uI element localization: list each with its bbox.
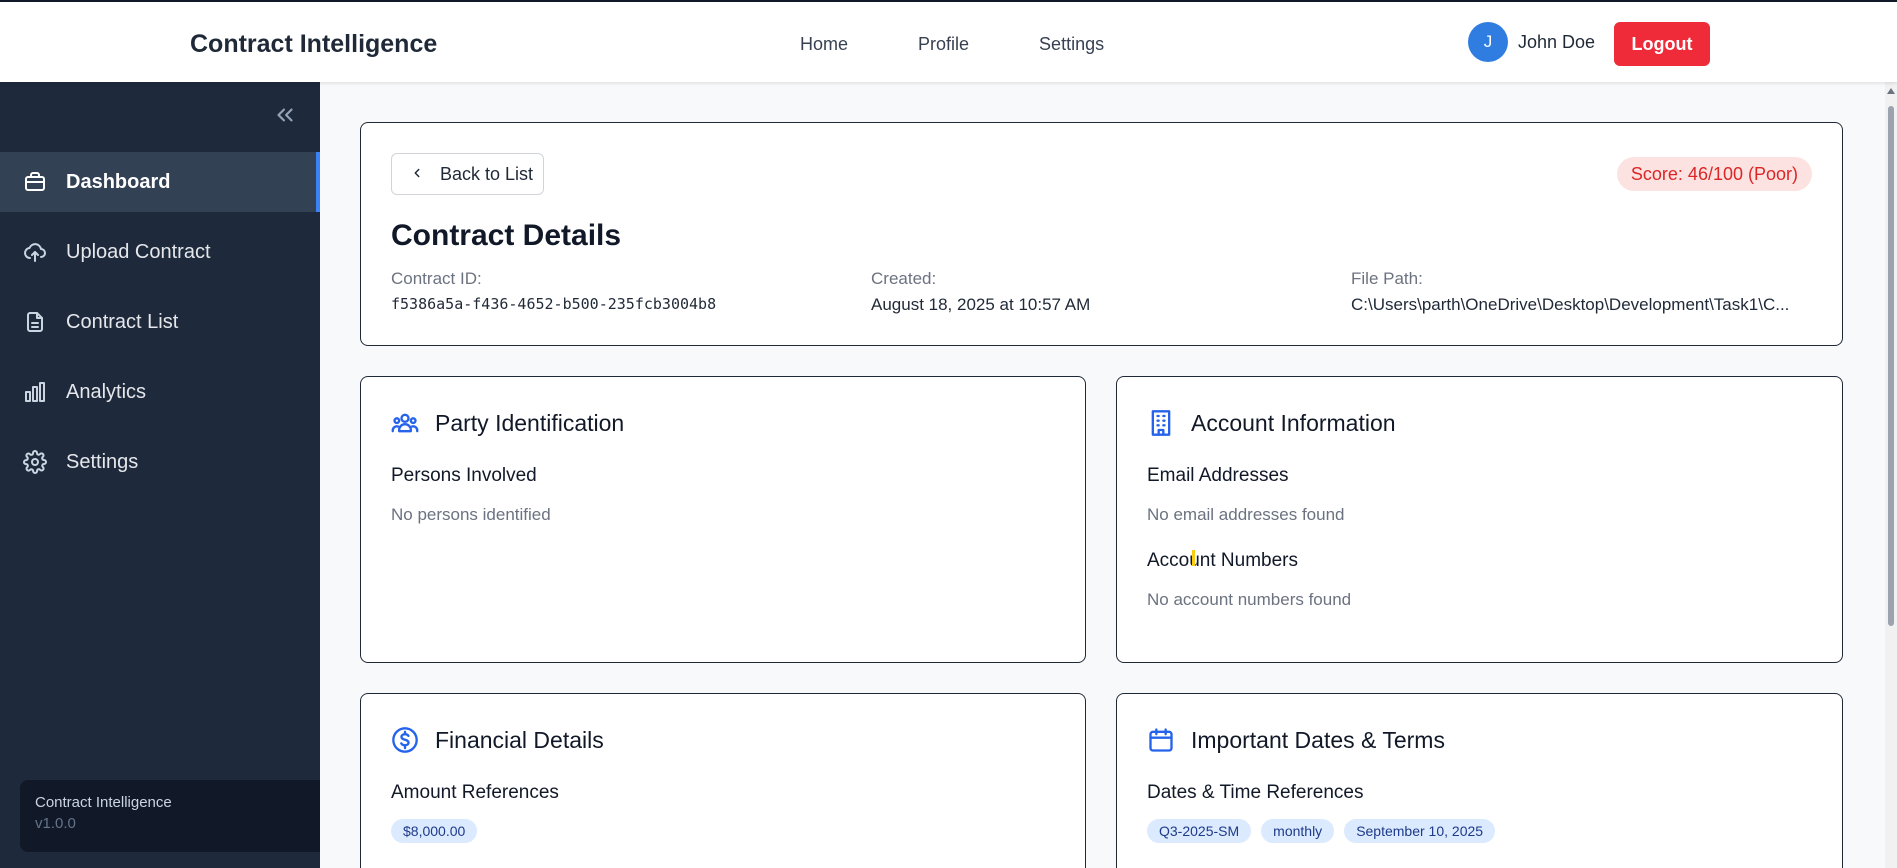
date-tag: monthly — [1261, 819, 1335, 843]
sidebar-item-label: Analytics — [66, 380, 147, 403]
created-value: August 18, 2025 at 10:57 AM — [871, 295, 1091, 314]
sidebar: Dashboard Upload Contract Contract List … — [0, 82, 320, 868]
nav-home-link[interactable]: Home — [800, 34, 848, 55]
contract-id-value: f5386a5a-f436-4652-b500-235fcb3004b8 — [391, 295, 717, 313]
file-path-label: File Path: — [1351, 269, 1423, 288]
file-path-block: File Path: C:\Users\parth\OneDrive\Deskt… — [1351, 269, 1789, 315]
amount-tag: $8,000.00 — [391, 819, 478, 843]
emails-empty-text: No email addresses found — [1147, 505, 1345, 524]
sidebar-item-settings[interactable]: Settings — [0, 432, 320, 492]
section-title: Account Information — [1191, 409, 1396, 436]
party-identification-card: Party Identification Persons Involved No… — [360, 376, 1086, 663]
cloud-upload-icon — [22, 239, 48, 265]
sidebar-footer: Contract Intelligence v1.0.0 — [20, 780, 320, 852]
scroll-up-icon[interactable] — [1887, 88, 1895, 94]
created-label: Created: — [871, 269, 937, 288]
dollar-circle-icon — [391, 726, 419, 754]
top-header: Contract Intelligence Home Profile Setti… — [0, 0, 1897, 82]
score-badge: Score: 46/100 (Poor) — [1616, 157, 1812, 191]
back-to-list-button[interactable]: Back to List — [391, 153, 544, 195]
page-scrollbar[interactable] — [1885, 82, 1897, 868]
file-path-value: C:\Users\parth\OneDrive\Desktop\Developm… — [1351, 295, 1790, 314]
user-menu[interactable]: J John Doe — [1468, 22, 1595, 62]
footer-version: v1.0.0 — [35, 815, 76, 832]
logout-button[interactable]: Logout — [1614, 22, 1710, 66]
chevron-left-icon — [410, 164, 424, 185]
contract-details-card: Back to List Score: 46/100 (Poor) Contra… — [360, 122, 1843, 346]
date-tag: September 10, 2025 — [1344, 819, 1496, 843]
email-addresses-label: Email Addresses — [1147, 465, 1289, 486]
nav-settings-link[interactable]: Settings — [1039, 34, 1104, 55]
app-brand[interactable]: Contract Intelligence — [190, 30, 437, 59]
persons-involved-label: Persons Involved — [391, 465, 537, 486]
contract-id-label: Contract ID: — [391, 269, 482, 288]
page-title: Contract Details — [391, 219, 622, 252]
sidebar-item-upload-contract[interactable]: Upload Contract — [0, 222, 320, 282]
gear-icon — [22, 449, 48, 475]
dates-section-header: Important Dates & Terms — [1147, 726, 1445, 754]
footer-app-name: Contract Intelligence — [35, 794, 172, 811]
account-section-header: Account Information — [1147, 409, 1396, 437]
financial-section-header: Financial Details — [391, 726, 604, 754]
double-chevron-left-icon[interactable] — [270, 100, 300, 130]
sidebar-item-dashboard[interactable]: Dashboard — [0, 152, 320, 212]
account-information-card: Account Information Email Addresses No e… — [1116, 376, 1843, 663]
created-block: Created: August 18, 2025 at 10:57 AM — [871, 269, 1090, 315]
persons-empty-text: No persons identified — [391, 505, 551, 524]
top-nav: Home Profile Settings — [800, 34, 1104, 55]
accounts-empty-text: No account numbers found — [1147, 590, 1352, 609]
dates-references-label: Dates & Time References — [1147, 782, 1364, 803]
user-name: John Doe — [1518, 31, 1596, 52]
scrollbar-thumb[interactable] — [1888, 106, 1894, 626]
sidebar-item-contract-list[interactable]: Contract List — [0, 292, 320, 352]
sidebar-item-label: Upload Contract — [66, 240, 211, 263]
users-icon — [391, 409, 419, 437]
sidebar-item-label: Settings — [66, 450, 139, 473]
calendar-icon — [1147, 726, 1175, 754]
section-title: Important Dates & Terms — [1191, 726, 1445, 753]
text-cursor — [1192, 550, 1195, 566]
sidebar-item-analytics[interactable]: Analytics — [0, 362, 320, 422]
building-icon — [1147, 409, 1175, 437]
amount-tags: $8,000.00 — [391, 819, 478, 843]
bar-chart-icon — [22, 379, 48, 405]
avatar[interactable]: J — [1468, 22, 1508, 62]
important-dates-card: Important Dates & Terms Dates & Time Ref… — [1116, 693, 1843, 868]
account-numbers-label: Account Numbers — [1147, 550, 1299, 571]
sidebar-item-label: Dashboard — [66, 170, 171, 193]
document-icon — [22, 309, 48, 335]
date-tags: Q3-2025-SM monthly September 10, 2025 — [1147, 819, 1496, 843]
date-tag: Q3-2025-SM — [1147, 819, 1252, 843]
briefcase-icon — [22, 169, 48, 195]
nav-profile-link[interactable]: Profile — [918, 34, 969, 55]
sidebar-item-label: Contract List — [66, 310, 179, 333]
contract-id-block: Contract ID: f5386a5a-f436-4652-b500-235… — [391, 269, 716, 313]
section-title: Financial Details — [435, 726, 604, 753]
amount-references-label: Amount References — [391, 782, 559, 803]
financial-details-card: Financial Details Amount References $8,0… — [360, 693, 1086, 868]
section-title: Party Identification — [435, 409, 625, 436]
party-section-header: Party Identification — [391, 409, 624, 437]
back-to-list-label: Back to List — [440, 163, 534, 184]
